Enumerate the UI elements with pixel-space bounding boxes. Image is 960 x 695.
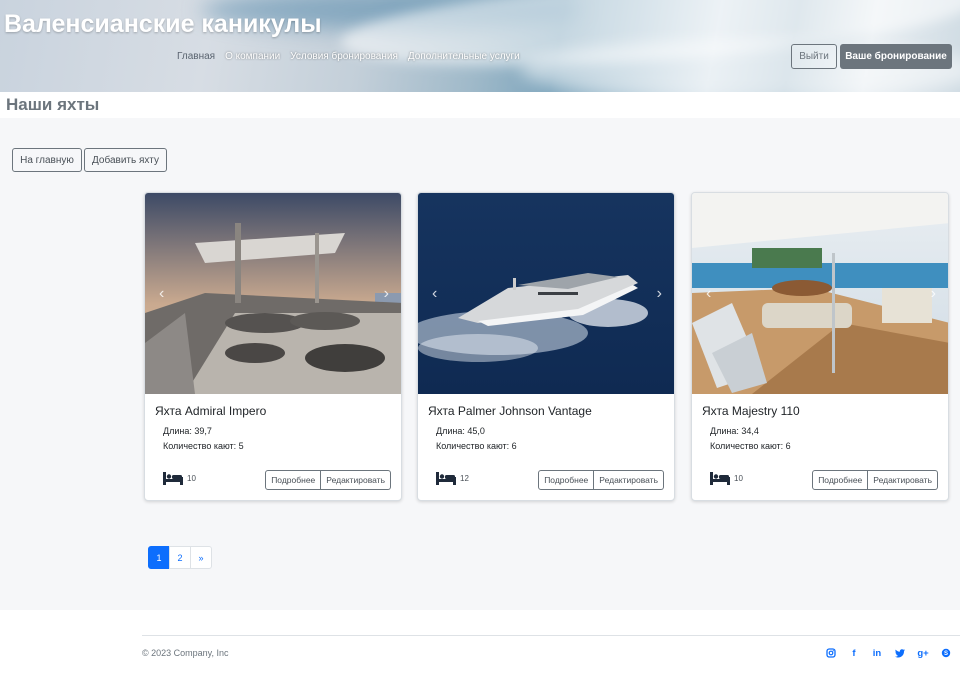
your-booking-button[interactable]: Ваше бронирование: [840, 44, 952, 69]
yacht-card: ‹ › Яхта Admiral Impero Длина: 39,7 Коли…: [144, 192, 402, 501]
yacht-cabins: Количество кают: 6: [436, 441, 517, 451]
edit-button[interactable]: Редактировать: [321, 470, 391, 490]
yacht-photo-carousel[interactable]: ‹ ›: [418, 193, 674, 394]
yacht-cabins: Количество кают: 6: [710, 441, 791, 451]
yacht-cabins: Количество кают: 5: [163, 441, 244, 451]
nav-extra-services[interactable]: Дополнительные услуги: [408, 51, 520, 62]
linkedin-icon[interactable]: in: [871, 647, 883, 659]
main-nav: Главная О компании Условия бронирования …: [177, 51, 520, 62]
carousel-prev-icon[interactable]: ‹: [159, 285, 164, 303]
twitter-icon[interactable]: [894, 647, 906, 659]
yacht-photo: [418, 193, 674, 394]
details-button[interactable]: Подробнее: [812, 470, 869, 490]
nav-about[interactable]: О компании: [225, 51, 280, 62]
edit-button[interactable]: Редактировать: [868, 470, 938, 490]
yacht-title: Яхта Admiral Impero: [155, 404, 267, 418]
next-page-link[interactable]: »: [190, 546, 212, 569]
yacht-photo: [145, 193, 401, 394]
yacht-title: Яхта Palmer Johnson Vantage: [428, 404, 592, 418]
social-links: f in g+ S: [825, 647, 952, 659]
bed-icon: [163, 472, 183, 485]
site-title[interactable]: Валенсианские каникулы: [4, 10, 322, 39]
page-title: Наши яхты: [6, 95, 100, 114]
pagination: 1 2 »: [148, 546, 212, 569]
page-2-link[interactable]: 2: [169, 546, 191, 569]
home-button[interactable]: На главную: [12, 148, 82, 172]
carousel-next-icon[interactable]: ›: [657, 285, 662, 303]
carousel-next-icon[interactable]: ›: [931, 285, 936, 303]
berths-count: 12: [460, 474, 469, 483]
card-actions: Подробнее Редактировать: [538, 470, 664, 490]
edit-button[interactable]: Редактировать: [594, 470, 664, 490]
yacht-title: Яхта Majestry 110: [702, 404, 800, 418]
facebook-icon[interactable]: f: [848, 647, 860, 659]
berths-count: 10: [734, 474, 743, 483]
page-1-link[interactable]: 1: [148, 546, 170, 569]
details-button[interactable]: Подробнее: [265, 470, 322, 490]
logout-button[interactable]: Выйти: [791, 44, 837, 69]
footer-divider: [142, 635, 960, 636]
carousel-prev-icon[interactable]: ‹: [432, 285, 437, 303]
yacht-length: Длина: 34,4: [710, 426, 759, 436]
copyright: © 2023 Company, Inc: [142, 648, 229, 658]
bed-icon: [710, 472, 730, 485]
google-plus-icon[interactable]: g+: [917, 647, 929, 659]
carousel-prev-icon[interactable]: ‹: [706, 285, 711, 303]
yacht-photo: [692, 193, 948, 394]
nav-home[interactable]: Главная: [177, 51, 215, 62]
berths-count: 10: [187, 474, 196, 483]
instagram-icon[interactable]: [825, 647, 837, 659]
skype-icon[interactable]: S: [940, 647, 952, 659]
yacht-card: ‹ › Яхта Majestry 110 Длина: 34,4 Количе…: [691, 192, 949, 501]
yacht-length: Длина: 39,7: [163, 426, 212, 436]
header-banner: Валенсианские каникулы Главная О компани…: [0, 0, 960, 92]
add-yacht-button[interactable]: Добавить яхту: [84, 148, 167, 172]
details-button[interactable]: Подробнее: [538, 470, 595, 490]
card-actions: Подробнее Редактировать: [265, 470, 391, 490]
yacht-card: ‹ › Яхта Palmer Johnson Vantage Длина: 4…: [417, 192, 675, 501]
card-actions: Подробнее Редактировать: [812, 470, 938, 490]
bed-icon: [436, 472, 456, 485]
svg-text:S: S: [944, 651, 948, 657]
yacht-length: Длина: 45,0: [436, 426, 485, 436]
carousel-next-icon[interactable]: ›: [384, 285, 389, 303]
nav-booking-terms[interactable]: Условия бронирования: [290, 51, 398, 62]
yacht-photo-carousel[interactable]: ‹ ›: [145, 193, 401, 394]
yacht-photo-carousel[interactable]: ‹ ›: [692, 193, 948, 394]
